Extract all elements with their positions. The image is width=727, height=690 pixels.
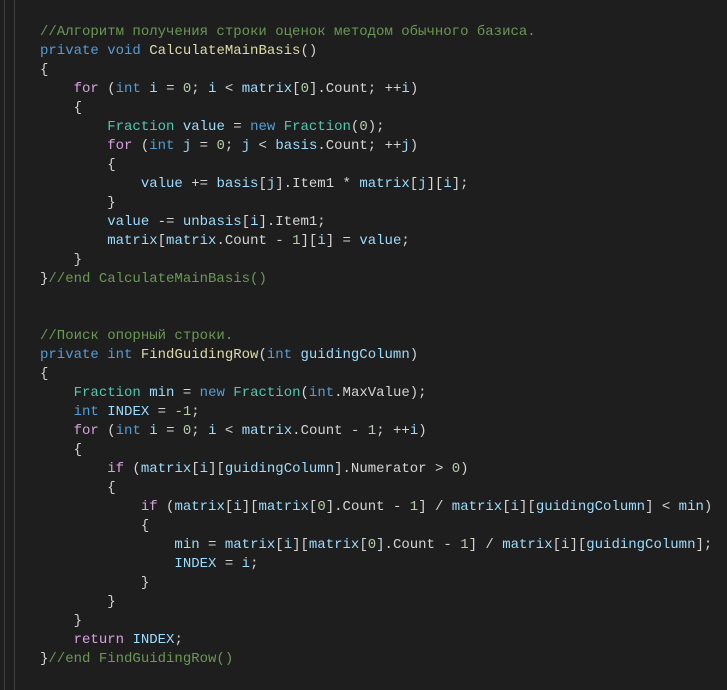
var-index: INDEX (107, 404, 149, 420)
var-j: j (183, 138, 191, 154)
num-zero: 0 (183, 81, 191, 97)
var-i: i (149, 81, 157, 97)
method-guiding: FindGuidingRow (141, 347, 259, 363)
kw-if: if (107, 461, 124, 477)
code-editor[interactable]: //Алгоритм получения строки оценок метод… (0, 0, 727, 690)
comment-algo: //Алгоритм получения строки оценок метод… (40, 24, 536, 40)
folding-gutter (0, 0, 28, 690)
kw-private: private (40, 43, 99, 59)
comment-search: //Поиск опорный строки. (40, 328, 233, 344)
kw-return: return (74, 632, 124, 648)
comment-end-guiding: //end FindGuidingRow() (48, 651, 233, 667)
comment-end-basis: //end CalculateMainBasis() (48, 271, 266, 287)
var-min: min (149, 385, 174, 401)
num-negone: -1 (174, 404, 191, 420)
method-name: CalculateMainBasis (149, 43, 300, 59)
param-col: guidingColumn (301, 347, 410, 363)
kw-void: void (107, 43, 141, 59)
kw-int: int (116, 81, 141, 97)
type-fraction: Fraction (107, 119, 174, 135)
code-content[interactable]: //Алгоритм получения строки оценок метод… (28, 0, 727, 690)
kw-new: new (250, 119, 275, 135)
kw-for: for (74, 81, 99, 97)
var-value: value (183, 119, 225, 135)
